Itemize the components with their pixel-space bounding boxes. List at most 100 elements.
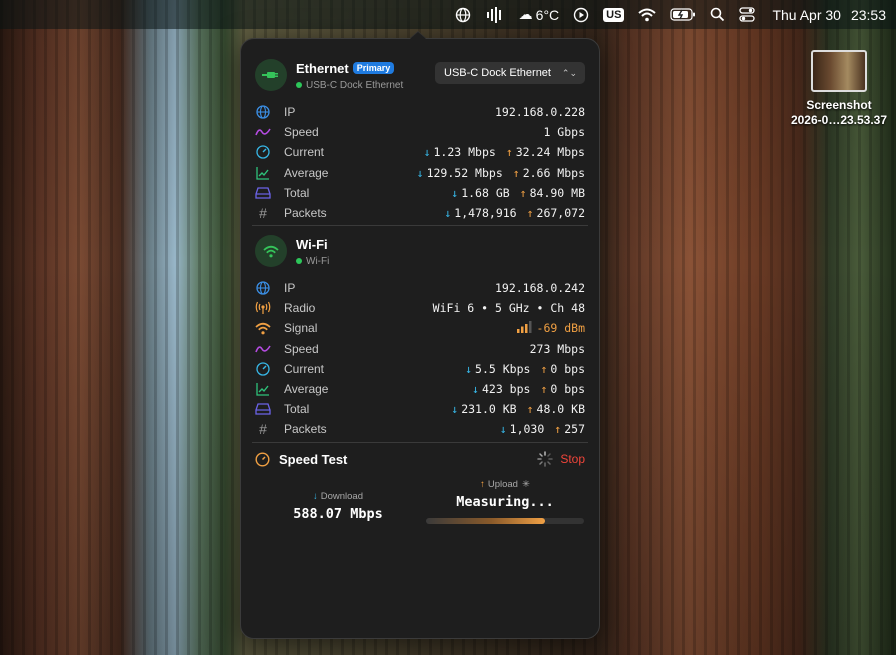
wifi-stats: IP 192.168.0.242 Radio WiFi 6 • 5 GHz • … xyxy=(255,278,585,440)
globe-icon xyxy=(255,104,271,120)
wifi-status-dot xyxy=(296,257,302,264)
wifi-current-up: 0 bps xyxy=(550,361,585,376)
ethernet-ip-value: 192.168.0.228 xyxy=(494,105,585,120)
ethernet-current-up: 32.24 Mbps xyxy=(515,145,585,160)
row-label: Speed xyxy=(284,125,319,140)
weather-item[interactable]: ☁ 6°C xyxy=(512,0,567,29)
spotlight-search-icon[interactable] xyxy=(703,0,732,29)
arrow-down-icon: ↓ xyxy=(416,165,424,180)
ethernet-speed-value: 1 Gbps xyxy=(543,125,585,140)
wifi-average-up: 0 bps xyxy=(550,382,585,397)
ethernet-section: Ethernet Primary USB-C Dock Ethernet USB-… xyxy=(255,57,585,223)
speedometer-icon xyxy=(255,451,270,467)
ethernet-total-row: Total ↓ 1.68 GB ↑ 84.90 MB xyxy=(255,183,585,203)
spinner-icon xyxy=(537,451,554,467)
screenshot-thumbnail xyxy=(811,50,867,92)
number-sign-icon: # xyxy=(259,421,267,438)
speed-test-section: Speed Test Stop ↓ Download 588.07 Mbps ↑… xyxy=(255,449,585,524)
wifi-subtitle: Wi-Fi xyxy=(306,255,330,267)
desktop-file-name-line1: Screenshot xyxy=(806,98,872,112)
wifi-menu-icon[interactable] xyxy=(631,0,663,29)
desktop-file-name-line2: 2026-0…23.53.37 xyxy=(790,113,888,127)
gauge-icon xyxy=(255,361,271,377)
download-result: ↓ Download 588.07 Mbps xyxy=(283,491,393,522)
menu-bar: ☁ 6°C US Thu Apr 30 23:53 xyxy=(0,0,896,29)
wifi-radio-row: Radio WiFi 6 • 5 GHz • Ch 48 xyxy=(255,298,585,318)
download-value: 588.07 Mbps xyxy=(293,506,383,522)
ethernet-ip-row: IP 192.168.0.228 xyxy=(255,102,585,122)
desktop-file-screenshot[interactable]: Screenshot 2026-0…23.53.37 xyxy=(784,50,894,128)
trend-chart-icon xyxy=(255,381,271,397)
row-label: Speed xyxy=(284,341,319,356)
row-label: IP xyxy=(284,105,296,120)
waveform-icon xyxy=(255,341,271,357)
control-center-icon[interactable] xyxy=(732,0,762,29)
drive-icon xyxy=(255,185,271,201)
ethernet-title: Ethernet xyxy=(296,60,349,76)
row-label: Current xyxy=(284,145,325,160)
ethernet-status-dot xyxy=(296,81,302,88)
wifi-total-down: 231.0 KB xyxy=(461,402,517,417)
menu-clock[interactable]: Thu Apr 30 23:53 xyxy=(762,0,896,29)
ethernet-packets-down: 1,478,916 xyxy=(454,206,517,221)
ethernet-packets-row: # Packets ↓ 1,478,916 ↑ 267,072 xyxy=(255,203,585,223)
wifi-radio-value: WiFi 6 • 5 GHz • Ch 48 xyxy=(432,301,585,316)
upload-result: ↑ Upload ✳ Measuring... xyxy=(426,479,584,524)
ethernet-total-up: 84.90 MB xyxy=(529,185,585,200)
ethernet-header: Ethernet Primary USB-C Dock Ethernet USB-… xyxy=(255,57,585,93)
chevron-updown-icon: ⌃⌄ xyxy=(561,67,577,78)
cloud-sun-icon: ☁ xyxy=(518,6,533,22)
ethernet-interface-dropdown[interactable]: USB-C Dock Ethernet ⌃⌄ xyxy=(435,62,585,84)
play-icon[interactable] xyxy=(566,0,596,29)
wifi-current-row: Current ↓ 5.5 Kbps ↑ 0 bps xyxy=(255,359,585,379)
arrow-up-icon: ↑ xyxy=(505,145,513,160)
spinner-icon: ✳ xyxy=(521,479,530,490)
wifi-packets-row: # Packets ↓ 1,030 ↑ 257 xyxy=(255,419,585,439)
stop-label: Stop xyxy=(560,452,585,466)
arrow-down-icon: ↓ xyxy=(451,402,459,417)
row-label: Total xyxy=(284,185,310,200)
audio-wave-icon[interactable] xyxy=(478,0,512,29)
wifi-total-row: Total ↓ 231.0 KB ↑ 48.0 KB xyxy=(255,399,585,419)
primary-badge: Primary xyxy=(352,61,395,74)
row-label: Average xyxy=(284,165,329,180)
upload-caption: Upload xyxy=(487,479,518,490)
menu-time: 23:53 xyxy=(850,6,886,23)
section-divider xyxy=(252,442,588,443)
arrow-down-icon: ↓ xyxy=(451,185,459,200)
arrow-up-icon: ↑ xyxy=(480,479,485,490)
antenna-icon xyxy=(255,300,271,316)
arrow-down-icon: ↓ xyxy=(472,382,479,397)
menu-date: Thu Apr 30 xyxy=(772,6,841,23)
row-label: Radio xyxy=(284,301,316,316)
wifi-signal-icon xyxy=(255,320,271,336)
arrow-up-icon: ↑ xyxy=(540,361,548,376)
arrow-down-icon: ↓ xyxy=(313,491,318,502)
battery-icon[interactable] xyxy=(663,0,703,29)
row-label: Signal xyxy=(284,321,318,336)
input-source[interactable]: US xyxy=(596,0,631,29)
wifi-average-down: 423 bps xyxy=(481,382,531,397)
row-label: Packets xyxy=(284,206,327,221)
upload-value: Measuring... xyxy=(456,494,554,510)
ethernet-stats: IP 192.168.0.228 Speed 1 Gbps Current ↓ 1… xyxy=(255,102,585,223)
ethernet-total-down: 1.68 GB xyxy=(461,185,510,200)
wifi-current-down: 5.5 Kbps xyxy=(475,361,531,376)
stop-button[interactable]: Stop xyxy=(537,451,585,467)
speed-test-title: Speed Test xyxy=(279,451,348,467)
download-caption: Download xyxy=(320,491,363,502)
wifi-signal-row: Signal -69 dBm xyxy=(255,318,585,338)
wifi-ip-value: 192.168.0.242 xyxy=(494,281,585,296)
wifi-total-up: 48.0 KB xyxy=(536,402,585,417)
arrow-up-icon: ↑ xyxy=(540,382,548,397)
arrow-up-icon: ↑ xyxy=(519,185,527,200)
ethernet-average-up: 2.66 Mbps xyxy=(522,165,585,180)
arrow-up-icon: ↑ xyxy=(554,422,562,437)
arrow-down-icon: ↓ xyxy=(423,145,431,160)
arrow-up-icon: ↑ xyxy=(526,206,534,221)
network-menu-icon[interactable] xyxy=(448,0,478,29)
arrow-up-icon: ↑ xyxy=(512,165,520,180)
arrow-down-icon: ↓ xyxy=(444,206,452,221)
ethernet-subtitle: USB-C Dock Ethernet xyxy=(306,79,404,91)
ethernet-current-row: Current ↓ 1.23 Mbps ↑ 32.24 Mbps xyxy=(255,142,585,162)
